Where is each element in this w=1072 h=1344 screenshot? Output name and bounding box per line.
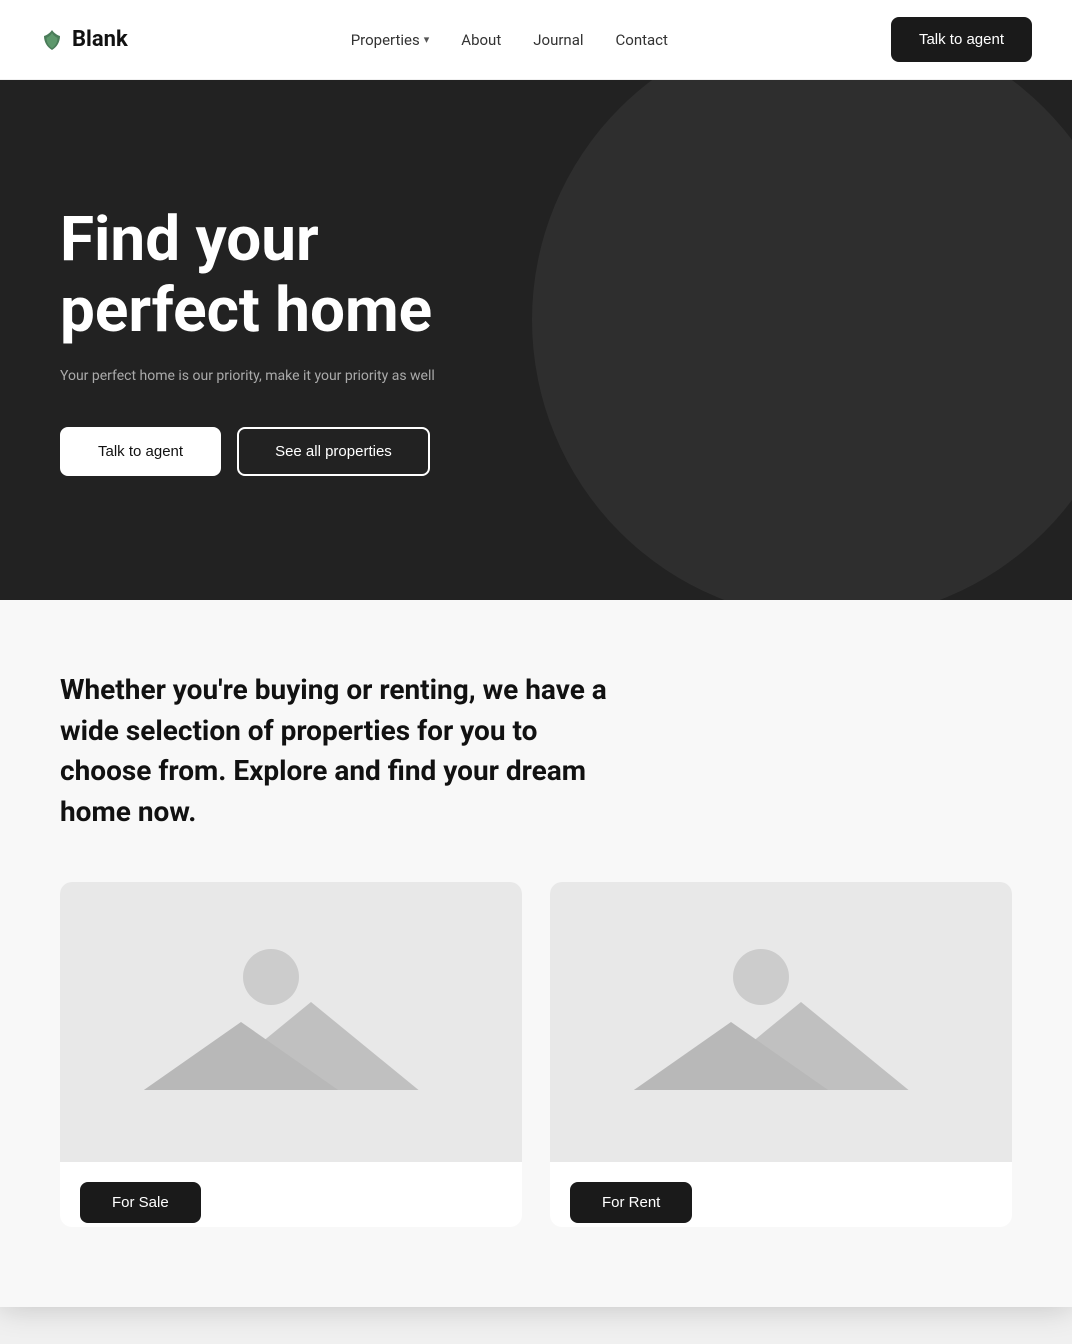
section-tagline: Whether you're buying or renting, we hav…: [60, 670, 620, 832]
nav-about[interactable]: About: [461, 31, 501, 49]
hero-buttons: Talk to agent See all properties: [60, 427, 580, 476]
hero-subtitle: Your perfect home is our priority, make …: [60, 366, 580, 387]
property-image-sale: [60, 882, 522, 1162]
property-card-rent: For Rent: [550, 882, 1012, 1227]
placeholder-image-icon: [60, 882, 522, 1162]
hero-see-properties-button[interactable]: See all properties: [237, 427, 430, 476]
nav-contact[interactable]: Contact: [616, 31, 668, 49]
placeholder-image-icon-2: [550, 882, 1012, 1162]
logo-text: Blank: [72, 27, 128, 52]
nav: Properties ▾ About Journal Contact: [351, 31, 668, 49]
for-sale-button[interactable]: For Sale: [80, 1182, 201, 1223]
hero-bg-decoration: [532, 80, 1072, 600]
chevron-down-icon: ▾: [424, 33, 430, 46]
header: Blank Properties ▾ About Journal Contact…: [0, 0, 1072, 80]
logo-icon: [40, 28, 64, 52]
hero-talk-agent-button[interactable]: Talk to agent: [60, 427, 221, 476]
hero-title: Find your perfect home: [60, 204, 580, 347]
property-card-sale: For Sale: [60, 882, 522, 1227]
nav-journal[interactable]: Journal: [533, 31, 583, 49]
property-cards: For Sale For Rent: [60, 882, 1012, 1227]
nav-properties[interactable]: Properties ▾: [351, 31, 430, 49]
hero-content: Find your perfect home Your perfect home…: [60, 204, 580, 477]
for-rent-button[interactable]: For Rent: [570, 1182, 692, 1223]
logo[interactable]: Blank: [40, 27, 128, 52]
content-section: Whether you're buying or renting, we hav…: [0, 600, 1072, 1307]
hero-section: Find your perfect home Your perfect home…: [0, 80, 1072, 600]
property-image-rent: [550, 882, 1012, 1162]
header-cta-button[interactable]: Talk to agent: [891, 17, 1032, 62]
